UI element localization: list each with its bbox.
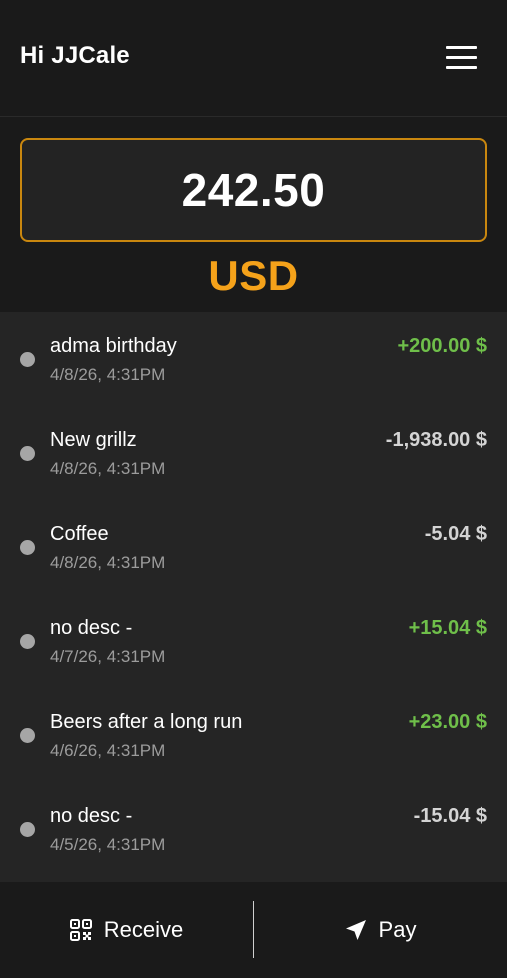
transaction-item[interactable]: no desc - 4/7/26, 4:31PM +15.04 $ xyxy=(0,594,507,688)
status-dot-icon xyxy=(20,540,35,555)
hamburger-menu-icon[interactable] xyxy=(444,44,480,72)
transaction-date: 4/6/26, 4:31PM xyxy=(50,741,166,760)
qr-code-icon xyxy=(69,919,92,941)
transaction-description: adma birthday xyxy=(50,335,177,357)
receive-label: Receive xyxy=(103,917,184,942)
transaction-list[interactable]: adma birthday 4/8/26, 4:31PM +200.00 $ N… xyxy=(0,312,507,882)
transaction-item[interactable]: no desc - 4/5/26, 4:31PM -15.04 $ xyxy=(0,782,507,876)
transaction-date: 4/5/26, 4:31PM xyxy=(50,835,166,854)
transaction-amount: -15.04 $ xyxy=(413,805,487,827)
transaction-amount: +23.00 $ xyxy=(408,711,487,733)
transaction-amount: -5.04 $ xyxy=(424,523,487,545)
status-dot-icon xyxy=(20,822,35,837)
menu-line xyxy=(446,66,477,69)
greeting-text: Hi JJCale xyxy=(20,42,130,69)
balance-display: 242.50 xyxy=(20,138,487,242)
status-dot-icon xyxy=(20,728,35,743)
transaction-description: no desc - xyxy=(50,617,133,639)
app-header: Hi JJCale xyxy=(0,0,507,117)
transaction-amount: +15.04 $ xyxy=(408,617,487,639)
transaction-date: 4/8/26, 4:31PM xyxy=(50,459,166,478)
balance-amount: 242.50 xyxy=(181,164,326,216)
transaction-description: Beers after a long run xyxy=(50,711,243,733)
transaction-item[interactable]: adma birthday 4/8/26, 4:31PM +200.00 $ xyxy=(0,312,507,406)
status-dot-icon xyxy=(20,446,35,461)
transaction-date: 4/8/26, 4:31PM xyxy=(50,365,166,384)
transaction-date: 4/8/26, 4:31PM xyxy=(50,553,166,572)
transaction-item[interactable]: Coffee 4/8/26, 4:31PM -5.04 $ xyxy=(0,500,507,594)
transaction-date: 4/7/26, 4:31PM xyxy=(50,647,166,666)
transaction-amount: +200.00 $ xyxy=(397,335,487,357)
transaction-description: Coffee xyxy=(50,523,109,545)
status-dot-icon xyxy=(20,634,35,649)
transaction-item[interactable]: Beers after a long run 4/6/26, 4:31PM +2… xyxy=(0,688,507,782)
receive-button[interactable]: Receive xyxy=(0,882,253,978)
pay-label: Pay xyxy=(378,917,417,942)
menu-line xyxy=(446,56,477,59)
transaction-item[interactable]: New grillz 4/8/26, 4:31PM -1,938.00 $ xyxy=(0,406,507,500)
bottom-action-bar: Receive Pay xyxy=(0,882,507,978)
transaction-amount: -1,938.00 $ xyxy=(385,429,487,451)
pay-button[interactable]: Pay xyxy=(254,882,507,978)
wallet-app: Hi JJCale 242.50 USD adma birthday 4/8/2… xyxy=(0,0,507,978)
currency-label: USD xyxy=(208,252,299,299)
transaction-description: New grillz xyxy=(50,429,137,451)
transaction-description: no desc - xyxy=(50,805,133,827)
menu-line xyxy=(446,46,477,49)
status-dot-icon xyxy=(20,352,35,367)
send-arrow-icon xyxy=(345,920,366,940)
